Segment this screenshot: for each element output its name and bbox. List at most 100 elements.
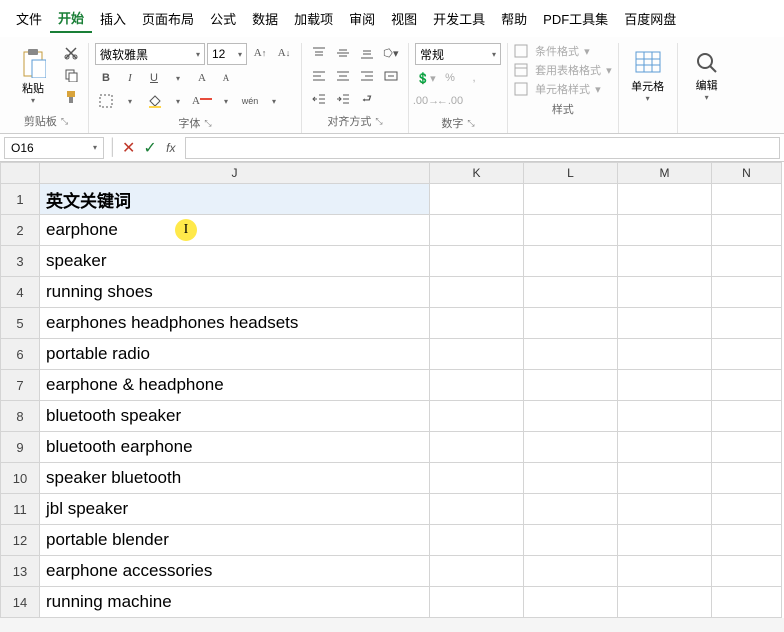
cell-L4[interactable] [524, 277, 618, 308]
menu-视图[interactable]: 视图 [383, 5, 425, 32]
cell-J3[interactable]: speaker [40, 246, 430, 277]
cell-M2[interactable] [618, 215, 712, 246]
cell-M1[interactable] [618, 184, 712, 215]
menu-数据[interactable]: 数据 [244, 5, 286, 32]
phonetic-button[interactable]: wén [239, 91, 261, 111]
cell-L12[interactable] [524, 525, 618, 556]
cell-M13[interactable] [618, 556, 712, 587]
fx-button[interactable]: fx [161, 141, 181, 155]
menu-加载项[interactable]: 加载项 [286, 5, 341, 32]
format-painter-button[interactable] [60, 87, 82, 107]
phonetic-dropdown[interactable]: ▾ [263, 91, 285, 111]
row-header-6[interactable]: 6 [0, 339, 40, 370]
menu-公式[interactable]: 公式 [202, 5, 244, 32]
cell-N5[interactable] [712, 308, 782, 339]
bold-button[interactable]: B [95, 68, 117, 88]
fill-dropdown[interactable]: ▾ [167, 91, 189, 111]
underline-dropdown[interactable]: ▾ [167, 68, 189, 88]
column-header-L[interactable]: L [524, 162, 618, 184]
cell-K3[interactable] [430, 246, 524, 277]
decrease-decimal-button[interactable]: ←.00 [439, 91, 461, 111]
cell-M11[interactable] [618, 494, 712, 525]
row-header-2[interactable]: 2 [0, 215, 40, 246]
select-all-corner[interactable] [0, 162, 40, 184]
row-header-8[interactable]: 8 [0, 401, 40, 432]
cell-N6[interactable] [712, 339, 782, 370]
cell-M10[interactable] [618, 463, 712, 494]
cell-M5[interactable] [618, 308, 712, 339]
cells-button[interactable]: 单元格▾ [625, 43, 671, 109]
formula-input[interactable] [185, 137, 780, 159]
table-format-button[interactable]: 套用表格格式 ▾ [514, 62, 612, 78]
cell-K6[interactable] [430, 339, 524, 370]
cell-K14[interactable] [430, 587, 524, 618]
cancel-button[interactable]: ✕ [118, 138, 139, 158]
cell-K5[interactable] [430, 308, 524, 339]
cell-J10[interactable]: speaker bluetooth [40, 463, 430, 494]
menu-帮助[interactable]: 帮助 [493, 5, 535, 32]
cell-N7[interactable] [712, 370, 782, 401]
cell-M6[interactable] [618, 339, 712, 370]
confirm-button[interactable]: ✓ [139, 138, 160, 158]
cell-M4[interactable] [618, 277, 712, 308]
font-color-dropdown[interactable]: ▾ [215, 91, 237, 111]
align-bottom-button[interactable] [356, 43, 378, 63]
copy-button[interactable] [60, 65, 82, 85]
menu-开发工具[interactable]: 开发工具 [425, 5, 493, 32]
row-header-12[interactable]: 12 [0, 525, 40, 556]
cell-J8[interactable]: bluetooth speaker [40, 401, 430, 432]
align-left-button[interactable] [308, 66, 330, 86]
cell-L2[interactable] [524, 215, 618, 246]
align-top-button[interactable] [308, 43, 330, 63]
cell-N1[interactable] [712, 184, 782, 215]
font-launcher[interactable]: ⤡ [204, 118, 211, 129]
cell-J13[interactable]: earphone accessories [40, 556, 430, 587]
row-header-3[interactable]: 3 [0, 246, 40, 277]
font-color-button[interactable]: A [191, 91, 213, 111]
orientation-button[interactable]: ⭔▾ [380, 43, 402, 63]
increase-font-button[interactable]: A↑ [249, 43, 271, 63]
cell-L8[interactable] [524, 401, 618, 432]
cell-L10[interactable] [524, 463, 618, 494]
italic-button[interactable]: I [119, 68, 141, 88]
border-button[interactable] [95, 91, 117, 111]
conditional-format-button[interactable]: 条件格式 ▾ [514, 43, 612, 59]
cell-J4[interactable]: running shoes [40, 277, 430, 308]
cell-N11[interactable] [712, 494, 782, 525]
cell-K13[interactable] [430, 556, 524, 587]
menu-百度网盘[interactable]: 百度网盘 [616, 5, 684, 32]
cell-K12[interactable] [430, 525, 524, 556]
wrap-text-button[interactable]: ⮐ [356, 89, 378, 109]
menu-开始[interactable]: 开始 [50, 4, 92, 33]
cell-L13[interactable] [524, 556, 618, 587]
number-launcher[interactable]: ⤡ [467, 118, 474, 129]
merge-button[interactable] [380, 66, 402, 86]
column-header-J[interactable]: J [40, 162, 430, 184]
alignment-launcher[interactable]: ⤡ [375, 116, 382, 127]
font-size-select[interactable]: 12▾ [207, 43, 247, 65]
cell-K9[interactable] [430, 432, 524, 463]
font-shrink-button[interactable]: A [215, 68, 237, 88]
cell-L9[interactable] [524, 432, 618, 463]
cell-J2[interactable]: earphoneI [40, 215, 430, 246]
cut-button[interactable] [60, 43, 82, 63]
cell-J1[interactable]: 英文关键词 [40, 184, 430, 215]
decrease-indent-button[interactable] [308, 89, 330, 109]
cell-N14[interactable] [712, 587, 782, 618]
row-header-1[interactable]: 1 [0, 184, 40, 215]
cell-M9[interactable] [618, 432, 712, 463]
border-dropdown[interactable]: ▾ [119, 91, 141, 111]
cell-N9[interactable] [712, 432, 782, 463]
row-header-14[interactable]: 14 [0, 587, 40, 618]
row-header-4[interactable]: 4 [0, 277, 40, 308]
cell-N10[interactable] [712, 463, 782, 494]
cell-J7[interactable]: earphone & headphone [40, 370, 430, 401]
menu-文件[interactable]: 文件 [8, 5, 50, 32]
row-header-10[interactable]: 10 [0, 463, 40, 494]
cell-J9[interactable]: bluetooth earphone [40, 432, 430, 463]
cell-M7[interactable] [618, 370, 712, 401]
row-header-13[interactable]: 13 [0, 556, 40, 587]
cell-K10[interactable] [430, 463, 524, 494]
cell-K11[interactable] [430, 494, 524, 525]
cell-L14[interactable] [524, 587, 618, 618]
